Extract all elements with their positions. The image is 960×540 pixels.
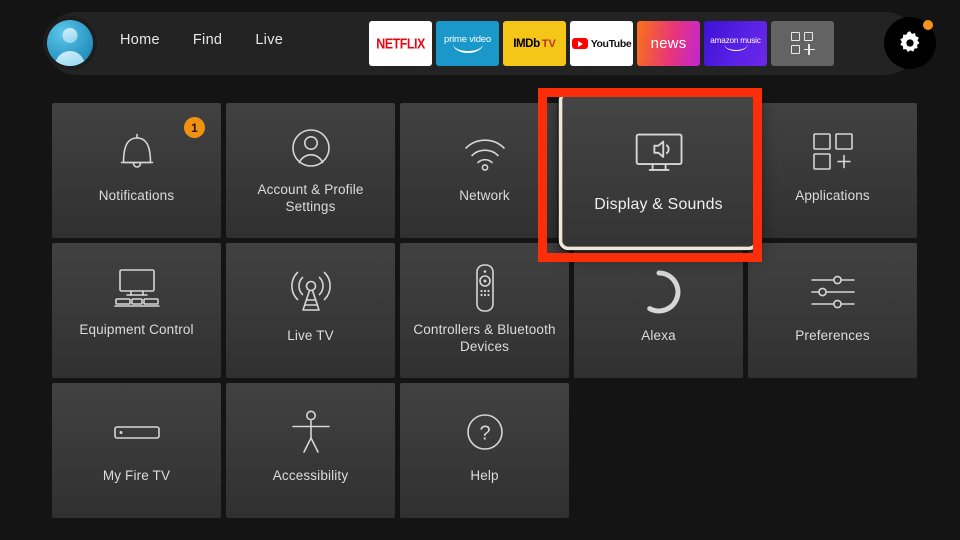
app-shortcut-netflix[interactable]: NETFLIX xyxy=(369,21,432,66)
tile-preferences[interactable]: Preferences xyxy=(748,243,917,378)
notification-badge: 1 xyxy=(184,117,205,138)
tile-equipment-control[interactable]: Equipment Control xyxy=(52,243,221,378)
tile-help[interactable]: ? Help xyxy=(400,383,569,518)
alexa-ring-icon xyxy=(636,257,682,327)
app-shortcut-amazon-music[interactable]: amazon music xyxy=(704,21,767,66)
youtube-play-icon xyxy=(571,38,588,49)
user-circle-icon xyxy=(288,115,334,181)
antenna-icon xyxy=(288,257,334,327)
app-shortcut-prime-video[interactable]: prime video xyxy=(436,21,499,66)
wifi-icon xyxy=(461,117,509,187)
app-squares-plus-icon xyxy=(790,31,815,56)
tile-label: Help xyxy=(470,468,499,483)
tile-label: Network xyxy=(459,188,510,203)
tile-label: Live TV xyxy=(287,328,334,343)
sliders-icon xyxy=(808,257,858,327)
tile-label: Preferences xyxy=(795,328,870,343)
tile-label: Account & Profile Settings xyxy=(257,182,364,214)
imdb-wordmark: IMDb xyxy=(513,37,540,50)
netflix-wordmark: NETFLIX xyxy=(376,35,425,52)
settings-grid: 1 Notifications Account & Profile Settin… xyxy=(52,90,917,523)
nav-links: Home Find Live xyxy=(120,32,283,48)
app-shortcut-youtube[interactable]: YouTube xyxy=(570,21,633,66)
youtube-wordmark: YouTube xyxy=(590,37,632,50)
tile-live-tv[interactable]: Live TV xyxy=(226,243,395,378)
app-squares-plus-icon xyxy=(810,117,856,187)
remote-icon xyxy=(472,255,498,321)
tile-label: Applications xyxy=(795,188,870,203)
tile-network[interactable]: Network xyxy=(400,103,569,238)
svg-text:?: ? xyxy=(479,423,490,445)
settings-row: My Fire TV Accessibility ? Help xyxy=(52,383,917,518)
fire-tv-stick-icon xyxy=(111,397,163,467)
settings-row: 1 Notifications Account & Profile Settin… xyxy=(52,90,917,251)
avatar[interactable] xyxy=(47,20,93,66)
tile-my-fire-tv[interactable]: My Fire TV xyxy=(52,383,221,518)
tile-label: Equipment Control xyxy=(79,322,194,337)
tv-stand-icon xyxy=(112,255,162,321)
tile-applications[interactable]: Applications xyxy=(748,103,917,238)
tile-label: Alexa xyxy=(641,328,676,343)
question-circle-icon: ? xyxy=(463,397,507,467)
settings-row: Equipment Control Live TV Controllers & … xyxy=(52,243,917,378)
tv-speaker-icon xyxy=(629,111,688,194)
tile-label: Notifications xyxy=(98,188,175,203)
app-shortcut-news[interactable]: news xyxy=(637,21,700,66)
nav-item-find[interactable]: Find xyxy=(193,32,222,48)
app-shortcut-imdb-tv[interactable]: IMDb TV xyxy=(503,21,566,66)
amazon-smile-icon xyxy=(723,44,748,51)
imdb-tv-suffix: TV xyxy=(541,37,556,50)
tile-label: Controllers & Bluetooth Devices xyxy=(413,322,556,354)
nav-item-live[interactable]: Live xyxy=(255,32,283,48)
tile-account-profile-settings[interactable]: Account & Profile Settings xyxy=(226,103,395,238)
tile-alexa[interactable]: Alexa xyxy=(574,243,743,378)
tile-label: Display & Sounds xyxy=(594,194,723,213)
tile-controllers-and-bluetooth-devices[interactable]: Controllers & Bluetooth Devices xyxy=(400,243,569,378)
news-wordmark: news xyxy=(650,35,687,52)
settings-notification-dot xyxy=(923,20,933,30)
tile-display-and-sounds[interactable]: Display & Sounds xyxy=(558,90,759,251)
prime-smile-icon xyxy=(452,44,483,53)
fire-tv-settings-screen: Home Find Live NETFLIX prime video IMDb … xyxy=(0,0,960,540)
tile-notifications[interactable]: 1 Notifications xyxy=(52,103,221,238)
nav-item-home[interactable]: Home xyxy=(120,32,160,48)
accessibility-icon xyxy=(289,397,333,467)
gear-icon xyxy=(900,31,920,52)
settings-button[interactable] xyxy=(884,17,936,69)
avatar-head xyxy=(62,28,78,43)
tile-label: Accessibility xyxy=(272,468,349,483)
app-shortcut-app-library[interactable] xyxy=(771,21,834,66)
bell-icon xyxy=(115,117,159,187)
avatar-body xyxy=(55,51,85,66)
tile-label: My Fire TV xyxy=(102,468,171,483)
tile-accessibility[interactable]: Accessibility xyxy=(226,383,395,518)
app-shortcuts: NETFLIX prime video IMDb TV YouTube news… xyxy=(369,21,834,66)
